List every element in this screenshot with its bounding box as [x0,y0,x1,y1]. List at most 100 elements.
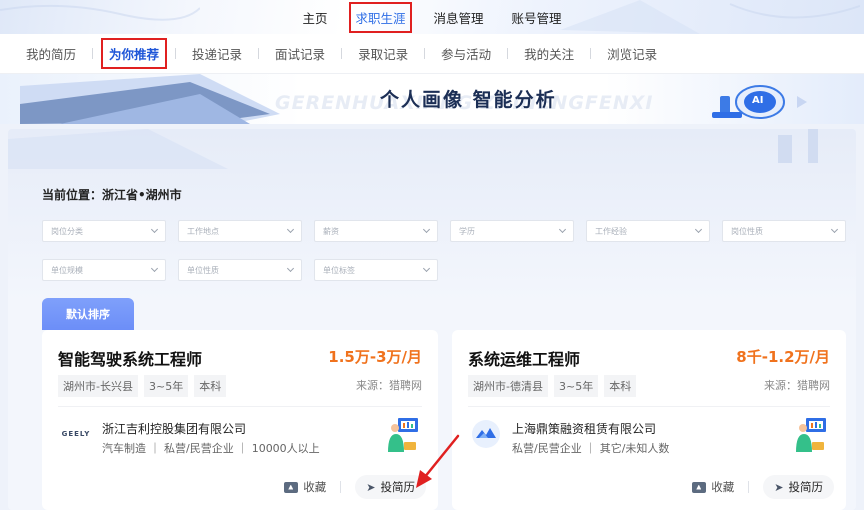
apply-button[interactable]: ➤ 投简历 [355,475,426,499]
company-info: 私营/民营企业 ｜ 其它/未知人数 [512,442,670,455]
filter-label: 岗位分类 [51,226,83,236]
chevron-down-icon [150,264,159,273]
nav-career[interactable]: 求职生涯 [349,1,412,33]
apply-button[interactable]: ➤ 投简历 [763,475,834,499]
job-source: 来源：猎聘网 [356,379,422,392]
tab-offers[interactable]: 录取记录 [352,40,414,67]
filter-company-tags[interactable]: 单位标签 [314,259,438,281]
job-tag-location: 湖州市-长兴县 [58,375,138,397]
tab-divider [590,48,592,59]
filter-label: 单位规模 [51,265,83,275]
filter-job-nature[interactable]: 岗位性质 [722,220,846,242]
nav-messages[interactable]: 消息管理 [431,5,487,30]
card-divider [468,406,830,407]
tab-history[interactable]: 浏览记录 [601,40,663,67]
folder-icon [284,481,299,493]
filter-experience[interactable]: 工作经验 [586,220,710,242]
tab-divider [507,48,509,59]
job-tags: 湖州市-德清县 3~5年 本科 [468,375,642,397]
filter-label: 单位性质 [187,265,219,275]
company-name[interactable]: 浙江吉利控股集团有限公司 [102,420,246,437]
tab-interviews[interactable]: 面试记录 [269,40,331,67]
job-salary: 8千-1.2万/月 [736,348,830,366]
chevron-down-icon [286,225,295,234]
card-actions: 收藏 ➤ 投简历 [692,475,834,499]
filter-job-category[interactable]: 岗位分类 [42,220,166,242]
card-divider [58,406,422,407]
sub-navigation: 我的简历 为你推荐 投递记录 面试记录 录取记录 参与活动 我的关注 浏览记录 [0,34,864,74]
company-logo [468,420,504,448]
job-tag-education: 本科 [604,375,637,397]
company-name[interactable]: 上海鼎策融资租赁有限公司 [512,420,656,437]
filter-education[interactable]: 学历 [450,220,574,242]
job-card[interactable]: 系统运维工程师 8千-1.2万/月 湖州市-德清县 3~5年 本科 来源：猎聘网… [452,330,846,510]
chevron-down-icon [150,225,159,234]
job-salary: 1.5万-3万/月 [328,348,422,366]
tab-recommended[interactable]: 为你推荐 [101,38,168,69]
folder-icon [692,481,707,493]
chevron-down-icon [286,264,295,273]
chevron-down-icon [422,225,431,234]
tab-applications[interactable]: 投递记录 [186,40,248,67]
tab-divider [175,48,177,59]
filter-label: 学历 [459,226,475,236]
job-tag-education: 本科 [194,375,227,397]
job-title[interactable]: 智能驾驶系统工程师 [58,346,202,370]
banner-ribbon-icon [20,74,280,124]
profile-analysis-banner[interactable]: GERENHUAXIANG ZHINENGFENXI 个人画像 智能分析 AI [0,74,864,124]
nav-home[interactable]: 主页 [299,5,330,30]
apply-label: 投简历 [380,480,416,494]
job-title[interactable]: 系统运维工程师 [468,346,580,370]
chevron-down-icon [694,225,703,234]
nav-account[interactable]: 账号管理 [509,5,565,30]
filter-salary[interactable]: 薪资 [314,220,438,242]
favorite-button[interactable]: 收藏 [284,479,326,495]
job-tag-experience: 3~5年 [553,375,599,397]
decorative-swoosh-icon [560,0,860,34]
banner-title: 个人画像 智能分析 [380,89,557,111]
filter-company-nature[interactable]: 单位性质 [178,259,302,281]
default-sort-button[interactable]: 默认排序 [42,298,134,330]
filter-company-size[interactable]: 单位规模 [42,259,166,281]
filter-label: 薪资 [323,226,339,236]
job-tag-experience: 3~5年 [143,375,189,397]
company-logo: GEELY [58,420,94,448]
top-navigation: 主页 求职生涯 消息管理 账号管理 [0,0,864,34]
job-card[interactable]: 智能驾驶系统工程师 1.5万-3万/月 湖州市-长兴县 3~5年 本科 来源：猎… [42,330,438,510]
send-icon: ➤ [774,480,784,494]
ai-badge: AI [752,95,764,106]
tab-divider [424,48,426,59]
action-divider [340,481,342,493]
job-tag-location: 湖州市-德清县 [468,375,548,397]
filter-label: 单位标签 [323,265,355,275]
panel-decoration-icon [8,129,818,169]
tab-my-resume[interactable]: 我的简历 [20,40,82,67]
send-icon: ➤ [366,480,376,494]
ai-robot-icon [712,85,807,119]
job-source: 来源：猎聘网 [764,379,830,392]
tab-following[interactable]: 我的关注 [518,40,580,67]
action-divider [748,481,750,493]
tab-divider [92,48,94,59]
decorative-swoosh-icon [0,4,200,21]
chevron-down-icon [558,225,567,234]
filter-work-location[interactable]: 工作地点 [178,220,302,242]
company-info: 汽车制造 ｜ 私营/民营企业 ｜ 10000人以上 [102,442,320,455]
company-logo-text: GEELY [61,430,91,438]
chevron-down-icon [830,225,839,234]
filter-label: 工作经验 [595,226,627,236]
filter-label: 工作地点 [187,226,219,236]
card-actions: 收藏 ➤ 投简历 [284,475,426,499]
filter-label: 岗位性质 [731,226,763,236]
tab-divider [341,48,343,59]
favorite-label: 收藏 [711,480,735,494]
job-illustration-icon [796,418,826,452]
current-location: 当前位置：浙江省•湖州市 [42,188,182,202]
favorite-label: 收藏 [303,480,327,494]
company-logo-icon [472,420,500,448]
chevron-down-icon [422,264,431,273]
apply-label: 投简历 [788,480,824,494]
favorite-button[interactable]: 收藏 [692,479,734,495]
tab-activities[interactable]: 参与活动 [435,40,497,67]
job-illustration-icon [388,418,418,452]
